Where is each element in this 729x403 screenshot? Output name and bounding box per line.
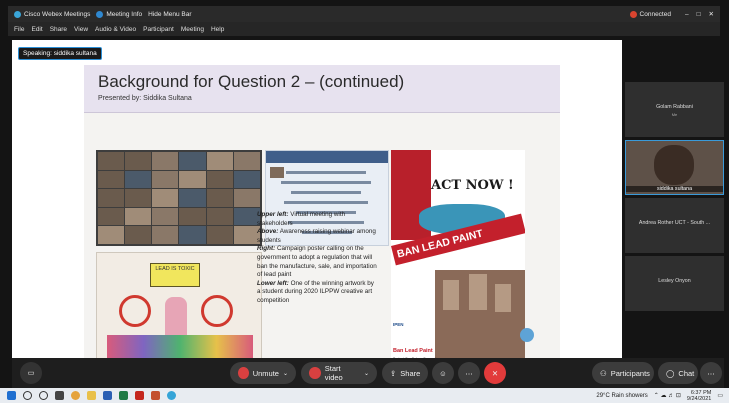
speaking-indicator: Speaking: siddika sultana	[18, 47, 102, 60]
task-view-icon[interactable]	[55, 391, 64, 400]
participant-tile[interactable]: Andrea Rother UCT - South ...	[625, 198, 724, 253]
person-icon: ⚇	[600, 368, 607, 378]
taskbar-clock[interactable]: 6:37 PM 9/24/2021	[687, 390, 711, 402]
poster-headline: ACT NOW !	[431, 178, 514, 193]
participant-tile[interactable]: Golam Rabbani Me	[625, 82, 724, 137]
chat-icon: ◯	[666, 368, 675, 378]
connection-status[interactable]: Connected	[629, 10, 671, 18]
minimize-button[interactable]: –	[685, 11, 689, 18]
connection-icon	[629, 10, 637, 18]
notifications-icon[interactable]: ▭	[717, 392, 723, 399]
more-icon: ⋯	[707, 368, 715, 378]
menu-participant[interactable]: Participant	[143, 26, 174, 33]
active-speaker-tile[interactable]: siddika sultana	[625, 140, 724, 195]
shared-content-area: Background for Question 2 – (continued) …	[12, 40, 622, 367]
connection-status-label: Connected	[639, 10, 671, 18]
app-title-text: Cisco Webex Meetings	[24, 10, 91, 18]
share-label: Share	[400, 368, 421, 378]
reactions-button[interactable]: ☺	[432, 362, 454, 384]
caption-right: Right: Campaign poster calling on the go…	[257, 245, 377, 279]
student-artwork-image: LEAD IS TOXIC	[96, 252, 262, 367]
chevron-down-icon: ⌄	[282, 370, 288, 377]
system-tray-icons[interactable]: ⌃ ☁ ♬ ⊡	[654, 392, 681, 399]
webex-logo-icon	[14, 10, 21, 18]
start-video-label: Start video	[324, 364, 343, 382]
powerpoint-icon[interactable]	[151, 391, 160, 400]
participant-name: Andrea Rother UCT - South ...	[638, 220, 711, 226]
poster-logos: IPEN	[393, 322, 404, 327]
leave-meeting-button[interactable]: ✕	[484, 362, 506, 384]
participant-tile[interactable]: Lesley Onyon	[625, 256, 724, 311]
chevron-down-icon: ⌄	[363, 370, 369, 377]
mic-muted-icon	[238, 367, 249, 379]
participant-name: Lesley Onyon	[658, 278, 691, 284]
share-button[interactable]: ⇪ Share	[382, 362, 428, 384]
file-explorer-icon[interactable]	[87, 391, 96, 400]
slide-caption: Upper left: Virtual meeting with stakeho…	[257, 211, 377, 306]
meeting-controls-toolbar: ▭ Unmute ⌄ Start video ⌄ ⇪ Share ☺ ⋯ ✕ ⚇…	[12, 358, 724, 388]
windows-start-icon[interactable]	[7, 391, 16, 400]
slide-presenter: Presented by: Siddika Sultana	[98, 95, 192, 102]
chrome-icon[interactable]	[71, 391, 80, 400]
menu-bar: File Edit Share View Audio & Video Parti…	[8, 22, 720, 36]
poster-footer: Ban Lead Paint	[393, 348, 433, 354]
campaign-poster-image: ACT NOW ! BAN LEAD PAINT IPEN Ban Lead P…	[391, 150, 525, 367]
weather-widget[interactable]: 29°C Rain showers	[596, 393, 647, 399]
cc-icon: ▭	[27, 370, 35, 377]
word-icon[interactable]	[103, 391, 112, 400]
meeting-info-label: Meeting Info	[106, 10, 143, 18]
panel-options-button[interactable]: ⋯	[700, 362, 722, 384]
caption-lower-left: Lower left: One of the winning artwork b…	[257, 279, 374, 304]
chat-button[interactable]: ◯ Chat	[658, 362, 698, 384]
speaker-video	[654, 145, 694, 185]
more-icon: ⋯	[465, 368, 473, 378]
smiley-icon: ☺	[439, 368, 447, 378]
participants-label: Participants	[610, 368, 650, 378]
excel-icon[interactable]	[119, 391, 128, 400]
participant-sub: Me	[671, 112, 678, 117]
maximize-button[interactable]: □	[697, 11, 701, 18]
chat-label: Chat	[678, 368, 695, 378]
webex-window: Cisco Webex Meetings Meeting Info Hide M…	[0, 0, 729, 403]
windows-taskbar: 29°C Rain showers ⌃ ☁ ♬ ⊡ 6:37 PM 9/24/2…	[0, 388, 729, 403]
start-video-button[interactable]: Start video ⌄	[301, 362, 377, 384]
menu-edit[interactable]: Edit	[31, 26, 42, 33]
webex-taskbar-icon[interactable]	[167, 391, 176, 400]
participant-name: siddika sultana	[626, 186, 723, 192]
caption-upper-left: Upper left: Virtual meeting with stakeho…	[257, 211, 346, 227]
menu-file[interactable]: File	[14, 26, 24, 33]
menu-meeting[interactable]: Meeting	[181, 26, 204, 33]
app-title: Cisco Webex Meetings	[14, 10, 91, 18]
captions-button[interactable]: ▭	[20, 362, 42, 384]
clock-date: 9/24/2021	[686, 395, 712, 402]
menu-audio-video[interactable]: Audio & Video	[95, 26, 136, 33]
acrobat-icon[interactable]	[135, 391, 144, 400]
more-options-button[interactable]: ⋯	[458, 362, 480, 384]
participant-name: Golam Rabbani	[656, 104, 693, 110]
virtual-meeting-image	[96, 150, 262, 246]
share-icon: ⇪	[390, 368, 397, 378]
cortana-icon[interactable]	[39, 391, 48, 400]
menu-view[interactable]: View	[74, 26, 88, 33]
menu-help[interactable]: Help	[211, 26, 224, 33]
caption-above: Above: Awareness raising webinar among s…	[257, 228, 376, 244]
globe-icon	[520, 328, 534, 342]
hide-menu-bar-button[interactable]: Hide Menu Bar	[148, 11, 191, 18]
info-icon	[96, 10, 104, 18]
meeting-info-button[interactable]: Meeting Info	[96, 10, 143, 18]
participants-button[interactable]: ⚇ Participants	[592, 362, 654, 384]
artwork-sign-text: LEAD IS TOXIC	[150, 263, 200, 287]
search-icon[interactable]	[23, 391, 32, 400]
unmute-button[interactable]: Unmute ⌄	[230, 362, 296, 384]
menu-share[interactable]: Share	[50, 26, 67, 33]
video-off-icon	[309, 367, 321, 379]
close-button[interactable]: ✕	[709, 10, 714, 18]
title-bar: Cisco Webex Meetings Meeting Info Hide M…	[8, 6, 720, 22]
unmute-label: Unmute	[252, 368, 279, 378]
slide-title: Background for Question 2 – (continued)	[98, 72, 405, 91]
close-icon: ✕	[491, 368, 499, 378]
